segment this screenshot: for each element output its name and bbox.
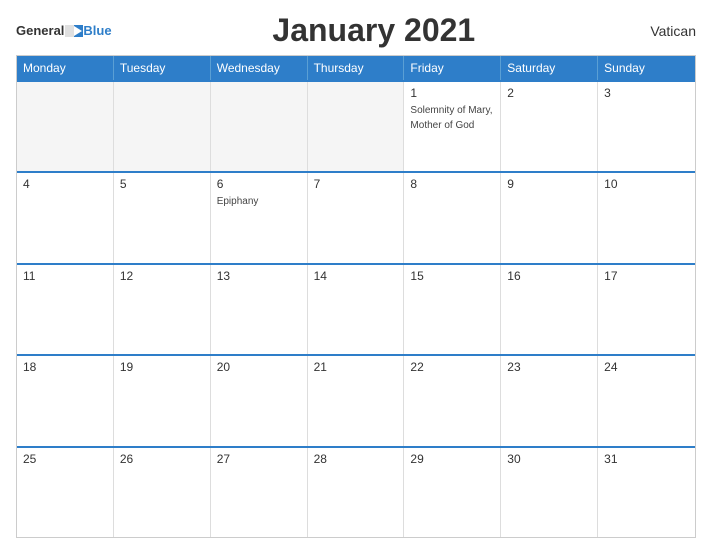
calendar-cell: 17	[598, 265, 695, 354]
day-number: 12	[120, 269, 204, 283]
calendar-cell: 27	[211, 448, 308, 537]
logo-blue-text: Blue	[83, 23, 111, 38]
calendar-week-1: 1 Solemnity of Mary, Mother of God 23	[17, 80, 695, 171]
calendar-cell: 6 Epiphany	[211, 173, 308, 262]
event-label: Solemnity of Mary, Mother of God	[410, 105, 492, 131]
calendar-cell: 23	[501, 356, 598, 445]
calendar-cell: 11	[17, 265, 114, 354]
header-day-sunday: Sunday	[598, 56, 695, 80]
header-day-thursday: Thursday	[308, 56, 405, 80]
country-label: Vatican	[636, 23, 696, 39]
day-number: 4	[23, 177, 107, 191]
day-number: 31	[604, 452, 689, 466]
day-number: 28	[314, 452, 398, 466]
calendar-cell: 15	[404, 265, 501, 354]
calendar-cell: 20	[211, 356, 308, 445]
calendar-cell: 7	[308, 173, 405, 262]
day-number: 20	[217, 360, 301, 374]
calendar-grid: MondayTuesdayWednesdayThursdayFridaySatu…	[16, 55, 696, 538]
calendar-week-3: 11 12 13 14 15 16 17	[17, 263, 695, 354]
day-number: 2	[507, 86, 591, 100]
calendar-cell: 12	[114, 265, 211, 354]
day-number: 30	[507, 452, 591, 466]
calendar-cell: 24	[598, 356, 695, 445]
day-number: 22	[410, 360, 494, 374]
day-number: 17	[604, 269, 689, 283]
calendar-cell: 14	[308, 265, 405, 354]
day-number: 8	[410, 177, 494, 191]
calendar-week-4: 18 19 20 21 22 23 24	[17, 354, 695, 445]
page-header: General Blue January 2021 Vatican	[16, 12, 696, 49]
calendar-header-row: MondayTuesdayWednesdayThursdayFridaySatu…	[17, 56, 695, 80]
calendar-cell: 5	[114, 173, 211, 262]
logo: General Blue	[16, 23, 112, 38]
calendar-cell: 25	[17, 448, 114, 537]
day-number: 5	[120, 177, 204, 191]
day-number: 18	[23, 360, 107, 374]
calendar-cell	[211, 82, 308, 171]
calendar-week-2: 456 Epiphany 789 10	[17, 171, 695, 262]
day-number: 16	[507, 269, 591, 283]
calendar-cell: 31	[598, 448, 695, 537]
day-number: 10	[604, 177, 689, 191]
day-number: 19	[120, 360, 204, 374]
day-number: 29	[410, 452, 494, 466]
calendar-cell	[17, 82, 114, 171]
calendar-cell	[114, 82, 211, 171]
calendar-cell: 8	[404, 173, 501, 262]
calendar-page: General Blue January 2021 Vatican Monday…	[0, 0, 712, 550]
day-number: 15	[410, 269, 494, 283]
calendar-cell: 26	[114, 448, 211, 537]
calendar-cell: 9	[501, 173, 598, 262]
calendar-cell: 30	[501, 448, 598, 537]
day-number: 14	[314, 269, 398, 283]
calendar-body: 1 Solemnity of Mary, Mother of God 23 456 Ep…	[17, 80, 695, 537]
calendar-cell: 3	[598, 82, 695, 171]
day-number: 21	[314, 360, 398, 374]
calendar-week-5: 25 26 27 28 29 30 31	[17, 446, 695, 537]
day-number: 11	[23, 269, 107, 283]
month-title: January 2021	[112, 12, 636, 49]
calendar-cell: 19	[114, 356, 211, 445]
calendar-cell: 29	[404, 448, 501, 537]
header-day-monday: Monday	[17, 56, 114, 80]
day-number: 6	[217, 177, 301, 191]
header-day-tuesday: Tuesday	[114, 56, 211, 80]
header-day-friday: Friday	[404, 56, 501, 80]
day-number: 27	[217, 452, 301, 466]
calendar-cell: 2	[501, 82, 598, 171]
logo-flag-icon	[65, 25, 83, 37]
day-number: 26	[120, 452, 204, 466]
day-number: 1	[410, 86, 494, 100]
calendar-cell: 1 Solemnity of Mary, Mother of God	[404, 82, 501, 171]
calendar-cell: 18	[17, 356, 114, 445]
day-number: 3	[604, 86, 689, 100]
calendar-cell: 4	[17, 173, 114, 262]
header-day-wednesday: Wednesday	[211, 56, 308, 80]
calendar-cell	[308, 82, 405, 171]
calendar-cell: 28	[308, 448, 405, 537]
event-label: Epiphany	[217, 196, 259, 207]
calendar-cell: 16	[501, 265, 598, 354]
logo-general-text: General	[16, 23, 64, 38]
calendar-cell: 21	[308, 356, 405, 445]
day-number: 25	[23, 452, 107, 466]
header-day-saturday: Saturday	[501, 56, 598, 80]
day-number: 23	[507, 360, 591, 374]
calendar-cell: 10	[598, 173, 695, 262]
calendar-cell: 13	[211, 265, 308, 354]
calendar-cell: 22	[404, 356, 501, 445]
day-number: 24	[604, 360, 689, 374]
day-number: 7	[314, 177, 398, 191]
day-number: 13	[217, 269, 301, 283]
day-number: 9	[507, 177, 591, 191]
